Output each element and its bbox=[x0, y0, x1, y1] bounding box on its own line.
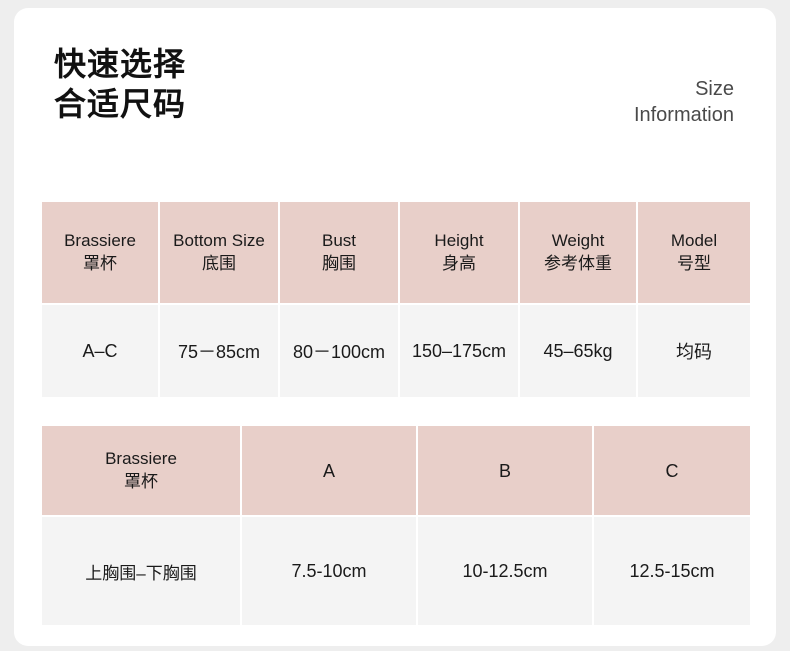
page-title: 快速选择 合适尺码 bbox=[54, 44, 186, 124]
cell-text: 75－85cm bbox=[177, 342, 261, 362]
header-cn: 罩杯 bbox=[124, 472, 158, 491]
header-en: Brassiere bbox=[64, 231, 136, 250]
header-cn: 底围 bbox=[202, 254, 236, 273]
header-en: Model bbox=[670, 231, 718, 250]
size-table-cup: Brassiere 罩杯 A B C 上胸围–下胸围 7.5-10cm 10-1… bbox=[40, 424, 752, 627]
cell-text: 10-12.5cm bbox=[462, 560, 548, 581]
cell-text: A–C bbox=[82, 340, 118, 361]
header-en: Weight bbox=[551, 231, 605, 250]
table-header-row: Brassiere 罩杯 A B C bbox=[40, 424, 752, 517]
table-row: A–C 75－85cm 80－100cm 150–175cm 45–65kg 均… bbox=[40, 303, 752, 399]
cell-text: 45–65kg bbox=[543, 340, 613, 361]
header-cell-cup-b: B bbox=[416, 424, 594, 517]
cell-model-value: 均码 bbox=[636, 303, 752, 399]
header-cn: A bbox=[322, 460, 335, 481]
cell-measure-label: 上胸围–下胸围 bbox=[40, 515, 242, 627]
size-table-main: Brassiere 罩杯 Bottom Size 底围 Bust 胸围 Heig… bbox=[40, 200, 752, 399]
cell-bottom-size-value: 75－85cm bbox=[158, 303, 280, 399]
header-cell-brassiere: Brassiere 罩杯 bbox=[40, 424, 242, 517]
cell-cup-a-value: 7.5-10cm bbox=[240, 515, 418, 627]
header-cn: B bbox=[498, 460, 511, 481]
header-cell-bottom-size: Bottom Size 底围 bbox=[158, 200, 280, 305]
header-en: Bottom Size bbox=[173, 231, 265, 250]
cell-text: 均码 bbox=[676, 342, 712, 362]
card-header: 快速选择 合适尺码 Size Information bbox=[14, 8, 776, 148]
cell-text: 12.5-15cm bbox=[629, 560, 715, 581]
header-cn: 罩杯 bbox=[83, 254, 117, 273]
page-title-line-1: 快速选择 bbox=[54, 46, 187, 82]
header-cell-cup-a: A bbox=[240, 424, 418, 517]
size-information-card: 快速选择 合适尺码 Size Information Brassiere 罩杯 bbox=[14, 8, 776, 646]
page-subtitle-line-1: Size bbox=[695, 78, 734, 100]
header-en: Bust bbox=[321, 231, 357, 250]
page-subtitle: Size Information bbox=[634, 76, 734, 128]
header-cn: 胸围 bbox=[322, 254, 356, 273]
cell-cup-b-value: 10-12.5cm bbox=[416, 515, 594, 627]
header-cn: C bbox=[665, 460, 679, 481]
cell-weight-value: 45–65kg bbox=[518, 303, 638, 399]
table-header-row: Brassiere 罩杯 Bottom Size 底围 Bust 胸围 Heig… bbox=[40, 200, 752, 305]
cell-text: 80－100cm bbox=[292, 342, 386, 362]
header-cn: 参考体重 bbox=[544, 254, 612, 273]
cell-bust-value: 80－100cm bbox=[278, 303, 400, 399]
page-subtitle-line-2: Information bbox=[633, 104, 734, 126]
header-cell-height: Height 身高 bbox=[398, 200, 520, 305]
table-row: 上胸围–下胸围 7.5-10cm 10-12.5cm 12.5-15cm bbox=[40, 515, 752, 627]
cell-text: 7.5-10cm bbox=[291, 560, 367, 581]
cell-height-value: 150–175cm bbox=[398, 303, 520, 399]
cell-brassiere-value: A–C bbox=[40, 303, 160, 399]
header-cn: 号型 bbox=[677, 254, 711, 273]
header-cell-model: Model 号型 bbox=[636, 200, 752, 305]
cell-text: 150–175cm bbox=[411, 340, 507, 361]
header-cell-weight: Weight 参考体重 bbox=[518, 200, 638, 305]
header-cell-cup-c: C bbox=[592, 424, 752, 517]
header-cn: 身高 bbox=[442, 254, 476, 273]
cell-text: 上胸围–下胸围 bbox=[85, 563, 197, 583]
header-cell-brassiere: Brassiere 罩杯 bbox=[40, 200, 160, 305]
header-cell-bust: Bust 胸围 bbox=[278, 200, 400, 305]
header-en: Height bbox=[434, 231, 484, 250]
page-title-line-2: 合适尺码 bbox=[54, 86, 187, 122]
header-en: Brassiere bbox=[105, 449, 177, 468]
cell-cup-c-value: 12.5-15cm bbox=[592, 515, 752, 627]
